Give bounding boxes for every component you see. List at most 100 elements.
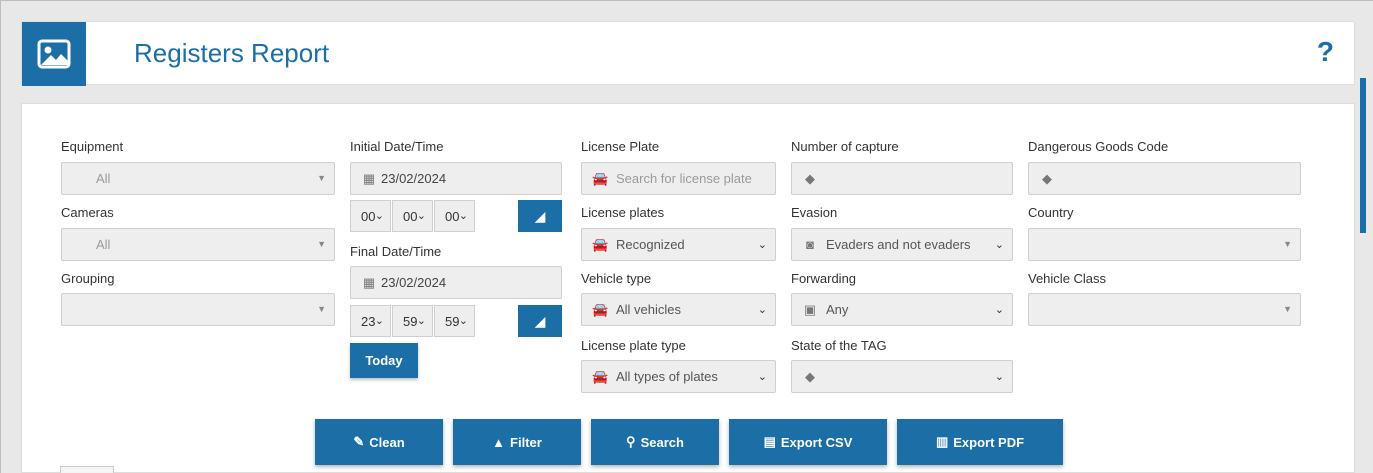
chevron-down-icon: ⌄ xyxy=(757,239,767,251)
export-csv-button[interactable]: ▤ Export CSV xyxy=(729,419,887,465)
chevron-down-icon: ▼ xyxy=(317,239,326,249)
initial-second-select[interactable]: 00 ⌄ xyxy=(434,200,475,232)
license-plates-select[interactable]: 🚘 Recognized ⌄ xyxy=(581,228,776,261)
chevron-down-icon: ⌄ xyxy=(994,239,1004,251)
search-label: Search xyxy=(640,434,684,450)
camera-icon: ◙ xyxy=(806,237,814,252)
equipment-label: Equipment xyxy=(61,139,124,154)
equipment-select[interactable]: All ▼ xyxy=(61,162,335,195)
tag-state-label: State of the TAG xyxy=(791,338,887,353)
final-minute-select[interactable]: 59 ⌄ xyxy=(392,305,433,337)
magic-wand-icon: ✎ xyxy=(353,434,365,449)
cameras-select[interactable]: All ▼ xyxy=(61,228,335,261)
page-title: Registers Report xyxy=(134,38,330,68)
chevron-down-icon: ▼ xyxy=(317,173,326,183)
search-icon: ⚲ xyxy=(626,434,636,449)
license-plates-value: Recognized xyxy=(616,237,685,252)
eraser-icon: ◢ xyxy=(534,312,546,329)
grouping-select[interactable]: ▼ xyxy=(61,293,335,326)
chevron-down-icon: ⌄ xyxy=(994,371,1004,383)
license-plate-input[interactable]: 🚘 Search for license plate xyxy=(581,162,776,195)
file-excel-icon: ▤ xyxy=(763,434,776,449)
cameras-value: All xyxy=(96,237,111,252)
image-icon xyxy=(22,22,86,86)
chevron-down-icon: ⌄ xyxy=(374,315,384,327)
license-plate-label: License Plate xyxy=(581,139,660,154)
license-plate-type-value: All types of plates xyxy=(616,369,718,384)
eraser-icon: ◢ xyxy=(534,207,546,224)
country-select[interactable]: ▼ xyxy=(1028,228,1301,261)
evasion-select[interactable]: ◙ Evaders and not evaders ⌄ xyxy=(791,228,1013,261)
export-pdf-button[interactable]: ▥ Export PDF xyxy=(897,419,1063,465)
tag-state-select[interactable]: ◆ ⌄ xyxy=(791,360,1013,393)
evasion-label: Evasion xyxy=(791,205,838,220)
dangerous-goods-input[interactable]: ◆ xyxy=(1028,162,1301,195)
initial-minute-value: 00 xyxy=(403,208,418,224)
initial-minute-select[interactable]: 00 ⌄ xyxy=(392,200,433,232)
clean-button[interactable]: ✎ Clean xyxy=(315,419,443,465)
chevron-down-icon: ⌄ xyxy=(374,210,384,222)
dangerous-goods-label: Dangerous Goods Code xyxy=(1028,139,1169,154)
chevron-down-icon: ⌄ xyxy=(458,315,468,327)
forwarding-label: Forwarding xyxy=(791,271,857,286)
final-hour-value: 23 xyxy=(361,313,376,329)
chevron-down-icon: ▼ xyxy=(1283,304,1292,314)
equipment-value: All xyxy=(96,171,111,186)
calendar-icon: ▦ xyxy=(362,170,376,186)
chevron-down-icon: ⌄ xyxy=(416,210,426,222)
chevron-up-icon: ▲ xyxy=(492,434,506,450)
number-of-capture-label: Number of capture xyxy=(791,139,899,154)
search-button[interactable]: ⚲ Search xyxy=(591,419,719,465)
vehicle-type-value: All vehicles xyxy=(616,302,682,317)
evasion-value: Evaders and not evaders xyxy=(826,237,971,252)
chevron-down-icon: ▼ xyxy=(1283,239,1292,249)
initial-date-input[interactable]: ▦ 23/02/2024 xyxy=(350,162,562,195)
results-tab[interactable] xyxy=(60,466,114,473)
final-second-select[interactable]: 59 ⌄ xyxy=(434,305,475,337)
final-minute-value: 59 xyxy=(403,313,418,329)
tag-icon: ◆ xyxy=(805,170,815,186)
initial-hour-value: 00 xyxy=(361,208,376,224)
tag-icon: ◆ xyxy=(1042,170,1052,186)
final-second-value: 59 xyxy=(445,313,460,329)
file-pdf-icon: ▥ xyxy=(935,434,949,449)
calendar-icon: ▦ xyxy=(362,274,376,290)
clean-label: Clean xyxy=(369,434,405,450)
chevron-down-icon: ⌄ xyxy=(416,315,426,327)
number-of-capture-input[interactable]: ◆ xyxy=(791,162,1013,195)
vehicle-class-select[interactable]: ▼ xyxy=(1028,293,1301,326)
license-plates-label: License plates xyxy=(581,205,665,220)
today-button[interactable]: Today xyxy=(350,343,418,378)
car-icon: 🚘 xyxy=(592,236,609,252)
clear-initial-button[interactable]: ◢ xyxy=(518,200,562,232)
picture-icon: ▣ xyxy=(803,301,817,317)
final-hour-select[interactable]: 23 ⌄ xyxy=(350,305,391,337)
initial-second-value: 00 xyxy=(445,208,460,224)
license-plate-type-select[interactable]: 🚘 All types of plates ⌄ xyxy=(581,360,776,393)
car-icon: 🚘 xyxy=(592,301,609,317)
help-icon[interactable]: ? xyxy=(1317,36,1334,68)
chevron-down-icon: ⌄ xyxy=(994,304,1004,316)
tag-icon: ◆ xyxy=(805,368,815,384)
scrollbar-thumb[interactable] xyxy=(1360,78,1366,233)
grouping-label: Grouping xyxy=(61,271,115,286)
forwarding-value: Any xyxy=(826,302,849,317)
filter-label: Filter xyxy=(510,434,542,450)
forwarding-select[interactable]: ▣ Any ⌄ xyxy=(791,293,1013,326)
vehicle-type-select[interactable]: 🚘 All vehicles ⌄ xyxy=(581,293,776,326)
initial-datetime-label: Initial Date/Time xyxy=(350,139,444,154)
vehicle-type-label: Vehicle type xyxy=(581,271,652,286)
initial-date-value: 23/02/2024 xyxy=(381,171,447,186)
filter-button[interactable]: ▲ Filter xyxy=(453,419,581,465)
chevron-down-icon: ▼ xyxy=(317,304,326,314)
final-date-input[interactable]: ▦ 23/02/2024 xyxy=(350,266,562,299)
clear-final-button[interactable]: ◢ xyxy=(518,305,562,337)
filter-panel xyxy=(21,103,1355,473)
chevron-down-icon: ⌄ xyxy=(757,304,767,316)
chevron-down-icon: ⌄ xyxy=(458,210,468,222)
export-pdf-label: Export PDF xyxy=(953,434,1025,450)
initial-hour-select[interactable]: 00 ⌄ xyxy=(350,200,391,232)
export-csv-label: Export CSV xyxy=(780,434,853,450)
vehicle-class-label: Vehicle Class xyxy=(1028,271,1107,286)
page-header: Registers Report ? xyxy=(21,21,1355,86)
